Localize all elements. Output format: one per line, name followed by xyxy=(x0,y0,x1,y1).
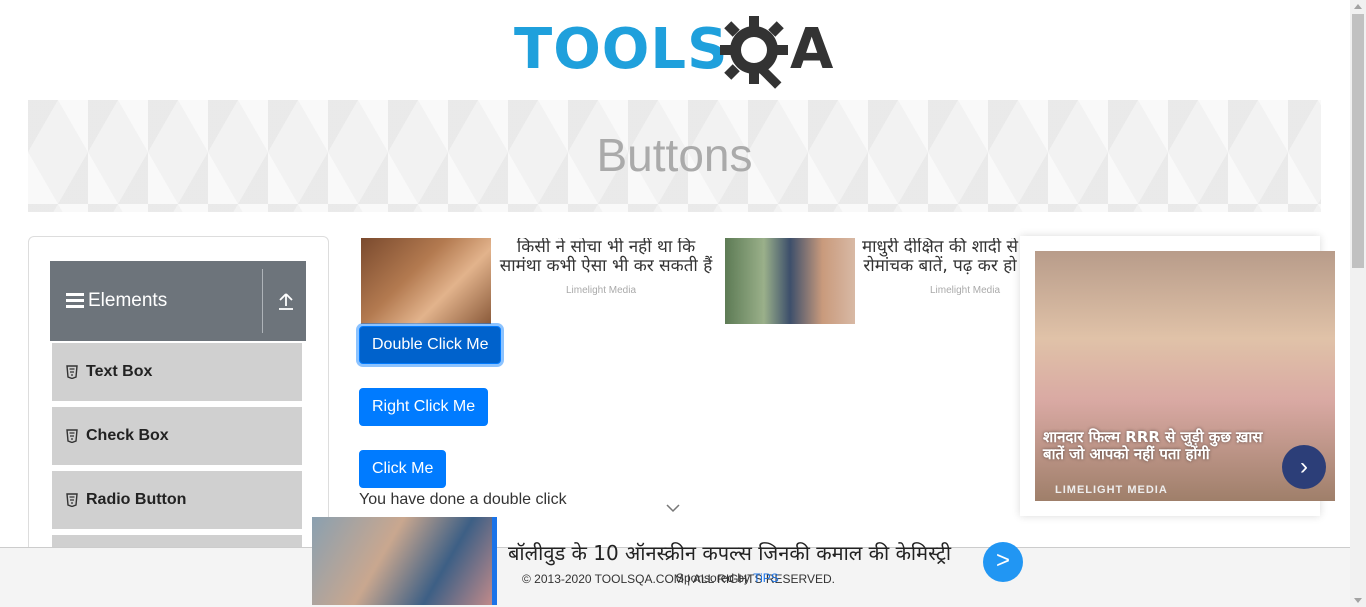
toolsqa-logo[interactable]: TOOLS A xyxy=(514,14,840,92)
right-click-button[interactable]: Right Click Me xyxy=(359,388,489,426)
click-button[interactable]: Click Me xyxy=(359,450,447,488)
sidebar-item-check-box[interactable]: Check Box xyxy=(50,405,304,467)
page-banner: Buttons xyxy=(28,100,1321,212)
upload-icon[interactable] xyxy=(278,293,294,311)
ad-headline-line1: माधुरी दीक्षित की शादी से xyxy=(861,238,1019,257)
sidebar-item-label: Text Box xyxy=(86,363,153,380)
sidebar-group-elements[interactable]: Elements xyxy=(50,261,306,341)
side-ad[interactable]: शानदार फिल्म RRR से जुड़ी कुछ ख़ास बातें… xyxy=(1020,236,1335,516)
ad-image xyxy=(725,238,855,324)
page-title: Buttons xyxy=(596,129,753,181)
sidebar-item-radio-button[interactable]: Radio Button xyxy=(50,469,304,531)
ad-headline: माधुरी दीक्षित की शादी से रोमांचक बातें,… xyxy=(855,238,1025,276)
chevron-right-icon[interactable]: › xyxy=(1282,445,1326,489)
html5-icon xyxy=(66,365,78,379)
sidebar: Elements Text Box Check Box Radio Button xyxy=(28,236,329,566)
divider xyxy=(262,269,263,333)
bottom-ad-image xyxy=(312,517,497,605)
gear-q-icon xyxy=(720,16,788,89)
side-ad-image: शानदार फिल्म RRR से जुड़ी कुछ ख़ास बातें… xyxy=(1035,251,1335,501)
sponsor-prefix: Sponsored by xyxy=(676,571,751,585)
ad-headline-line2: रोमांचक बातें, पढ़ कर हो xyxy=(863,256,1017,276)
sidebar-group-label: Elements xyxy=(88,290,168,311)
ad-source: Limelight Media xyxy=(929,285,1001,296)
ad-headline-line2: सामंथा कभी ऐसा भी कर सकती हैं xyxy=(499,256,713,276)
sponsor-link[interactable]: TiPS xyxy=(753,571,779,585)
double-click-message: You have done a double click xyxy=(359,491,567,508)
logo-suffix: A xyxy=(790,17,834,82)
bottom-ad-sponsor: Sponsored by TiPS xyxy=(676,571,779,585)
logo-text: TOOLS xyxy=(514,17,729,82)
chevron-down-icon[interactable] xyxy=(666,503,680,513)
sidebar-item-text-box[interactable]: Text Box xyxy=(50,341,304,403)
ad-card[interactable]: किसी ने सोचा भी नहीं था कि सामंथा कभी ऐस… xyxy=(361,238,721,324)
page: TOOLS A Buttons Elements Text Box Check … xyxy=(0,0,1366,607)
scrollbar-thumb[interactable] xyxy=(1352,14,1364,268)
ad-card[interactable]: माधुरी दीक्षित की शादी से रोमांचक बातें,… xyxy=(725,238,1025,324)
double-click-button[interactable]: Double Click Me xyxy=(359,326,502,364)
scroll-up-arrow[interactable] xyxy=(1354,4,1362,9)
sidebar-item-label: Check Box xyxy=(86,427,169,444)
sidebar-group-title: Elements xyxy=(66,290,167,312)
hamburger-icon xyxy=(66,293,84,308)
html5-icon xyxy=(66,493,78,507)
bottom-sticky-ad[interactable]: बॉलीवुड के 10 ऑनस्क्रीन कपल्स जिनकी कमाल… xyxy=(312,517,1032,605)
side-ad-caption: शानदार फिल्म RRR से जुड़ी कुछ ख़ास बातें… xyxy=(1043,428,1263,463)
ad-headline: किसी ने सोचा भी नहीं था कि सामंथा कभी ऐस… xyxy=(491,238,721,276)
bottom-ad-title: बॉलीवुड के 10 ऑनस्क्रीन कपल्स जिनकी कमाल… xyxy=(508,541,952,565)
html5-icon xyxy=(66,429,78,443)
ad-source: Limelight Media xyxy=(565,285,637,296)
ad-headline-line1: किसी ने सोचा भी नहीं था कि xyxy=(516,238,696,257)
sidebar-item-label: Radio Button xyxy=(86,491,187,508)
scroll-down-arrow[interactable] xyxy=(1354,598,1362,603)
vertical-scrollbar[interactable] xyxy=(1350,0,1366,607)
side-ad-source: LIMELIGHT MEDIA xyxy=(1055,484,1168,496)
bottom-ad-go-button[interactable]: > xyxy=(983,542,1023,582)
ad-image xyxy=(361,238,491,324)
